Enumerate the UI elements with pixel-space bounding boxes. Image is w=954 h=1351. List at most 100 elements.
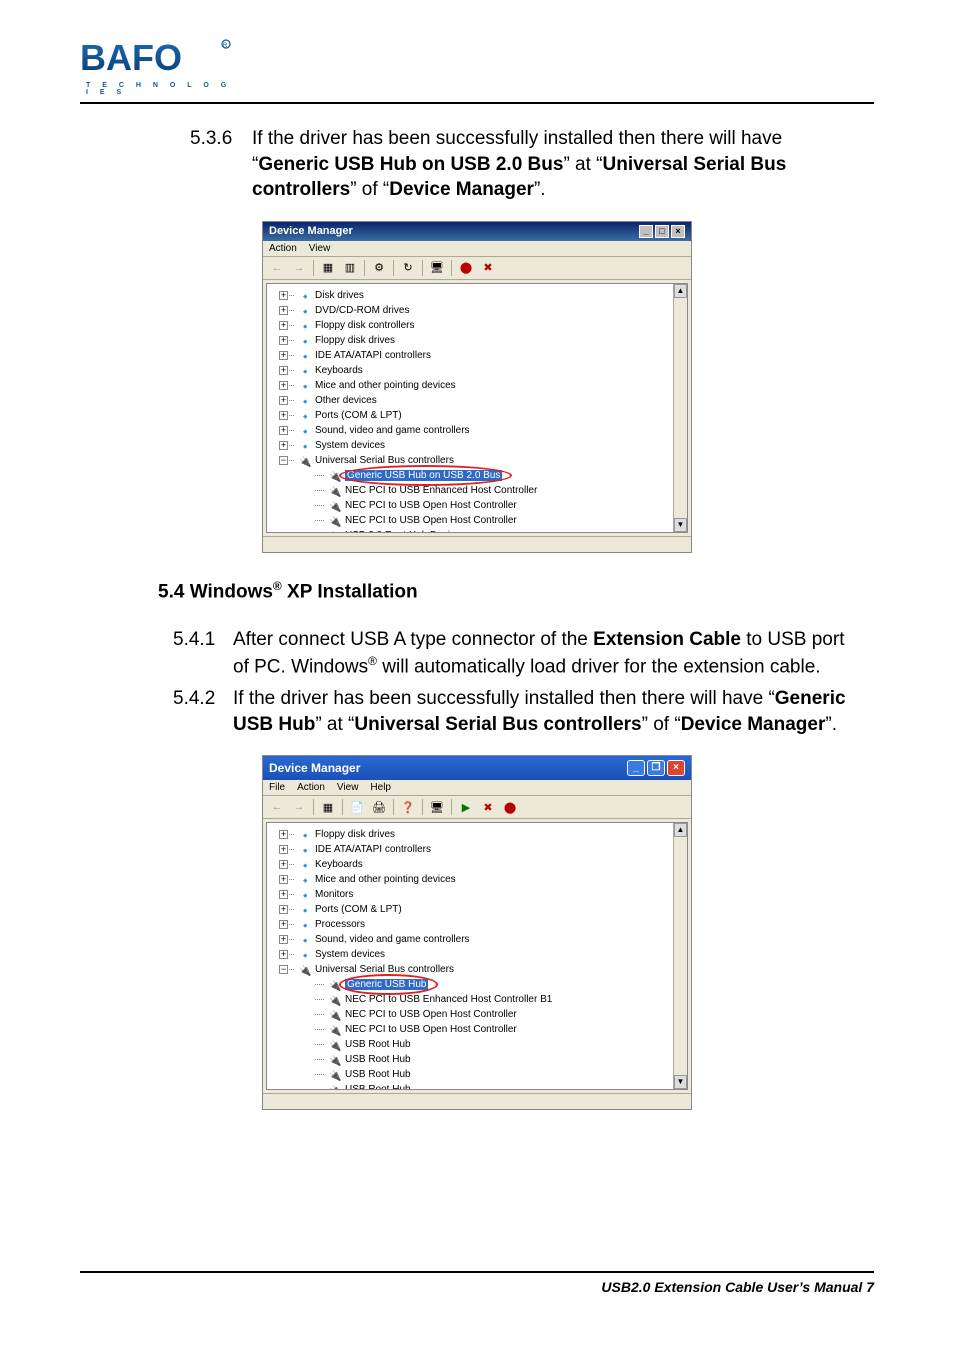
tree-node-usb-child[interactable]: 🔌NEC PCI to USB Open Host Controller xyxy=(313,1022,685,1037)
expand-icon[interactable]: + xyxy=(279,381,288,390)
tree-node-usb-child[interactable]: 🔌USB 2.0 Root Hub Device xyxy=(313,528,685,533)
expand-icon[interactable]: + xyxy=(279,935,288,944)
tree-node[interactable]: +🔹Ports (COM & LPT) xyxy=(283,408,685,423)
expand-icon[interactable]: + xyxy=(279,441,288,450)
extra-icon[interactable]: ✖ xyxy=(480,260,496,276)
view-icon[interactable]: ▦ xyxy=(320,799,336,815)
device-tree[interactable]: ▲ ▼ +🔹Floppy disk drives+🔹IDE ATA/ATAPI … xyxy=(266,822,688,1090)
menu-help[interactable]: Help xyxy=(370,782,391,793)
uninstall-icon[interactable]: ⬤ xyxy=(502,799,518,815)
menu-view[interactable]: View xyxy=(337,782,359,793)
highlighted-device[interactable]: Generic USB Hub on USB 2.0 Bus xyxy=(345,470,502,481)
tree-node[interactable]: +🔹Floppy disk controllers xyxy=(283,318,685,333)
scan-icon[interactable]: 🖥 xyxy=(429,799,445,815)
tree-node[interactable]: +🔹Floppy disk drives xyxy=(283,333,685,348)
minimize-button[interactable]: _ xyxy=(627,760,645,776)
tree-node[interactable]: +🔹Monitors xyxy=(283,887,685,902)
section-text: After connect USB A type connector of th… xyxy=(233,627,864,680)
tree-node-usb-child[interactable]: 🔌USB Root Hub xyxy=(313,1067,685,1082)
nav-forward-icon[interactable]: → xyxy=(291,799,307,815)
menu-view[interactable]: View xyxy=(309,243,331,254)
tree-node[interactable]: +🔹Processors xyxy=(283,917,685,932)
tree-node[interactable]: +🔹Sound, video and game controllers xyxy=(283,423,685,438)
tree-node-usb-child[interactable]: 🔌Generic USB Hub xyxy=(313,977,685,992)
properties-icon[interactable]: 📄 xyxy=(349,799,365,815)
menu-action[interactable]: Action xyxy=(297,782,325,793)
expand-icon[interactable]: + xyxy=(279,351,288,360)
expand-icon[interactable]: + xyxy=(279,336,288,345)
print-icon[interactable]: 🖨 xyxy=(371,799,387,815)
menu-action[interactable]: Action xyxy=(269,243,297,254)
maximize-button[interactable]: □ xyxy=(655,225,669,238)
usb-device-icon: 🔌 xyxy=(329,1024,342,1036)
expand-icon[interactable]: + xyxy=(279,830,288,839)
tree-node-usb-child[interactable]: 🔌NEC PCI to USB Open Host Controller xyxy=(313,513,685,528)
expand-icon[interactable]: + xyxy=(279,845,288,854)
tree-node[interactable]: +🔹IDE ATA/ATAPI controllers xyxy=(283,348,685,363)
tree-node[interactable]: +🔹IDE ATA/ATAPI controllers xyxy=(283,842,685,857)
tree-node-usb-child[interactable]: 🔌USB Root Hub xyxy=(313,1082,685,1090)
disable-icon[interactable]: ✖ xyxy=(480,799,496,815)
tree-node-usb-child[interactable]: 🔌USB Root Hub xyxy=(313,1037,685,1052)
tree-node[interactable]: +🔹Sound, video and game controllers xyxy=(283,932,685,947)
tree-node-usb-child[interactable]: 🔌NEC PCI to USB Enhanced Host Controller… xyxy=(313,992,685,1007)
section-number: 5.4.1 xyxy=(173,627,233,680)
expand-icon[interactable]: + xyxy=(279,875,288,884)
highlighted-device[interactable]: Generic USB Hub xyxy=(345,979,428,990)
expand-icon[interactable]: + xyxy=(279,306,288,315)
tree-node[interactable]: +🔹DVD/CD-ROM drives xyxy=(283,303,685,318)
tree-node[interactable]: +🔹Mice and other pointing devices xyxy=(283,872,685,887)
expand-icon[interactable]: + xyxy=(279,321,288,330)
help-icon[interactable]: ❓ xyxy=(400,799,416,815)
nav-back-icon[interactable]: ← xyxy=(269,799,285,815)
expand-icon[interactable]: + xyxy=(279,411,288,420)
expand-icon[interactable]: + xyxy=(279,396,288,405)
tree-node-usb[interactable]: −🔌Universal Serial Bus controllers🔌Gener… xyxy=(283,962,685,1090)
device-category-icon: 🔹 xyxy=(299,904,312,916)
tree-node[interactable]: +🔹Ports (COM & LPT) xyxy=(283,902,685,917)
properties-icon[interactable]: ⚙ xyxy=(371,260,387,276)
enable-icon[interactable]: ▶ xyxy=(458,799,474,815)
device-tree[interactable]: ▲ ▼ +🔹Disk drives+🔹DVD/CD-ROM drives+🔹Fl… xyxy=(266,283,688,533)
tree-node[interactable]: +🔹Disk drives xyxy=(283,288,685,303)
nav-forward-icon[interactable]: → xyxy=(291,260,307,276)
tree-node[interactable]: +🔹Floppy disk drives xyxy=(283,827,685,842)
help-icon[interactable]: ⬤ xyxy=(458,260,474,276)
collapse-icon[interactable]: − xyxy=(279,965,288,974)
maximize-button[interactable]: ❐ xyxy=(647,760,665,776)
expand-icon[interactable]: + xyxy=(279,890,288,899)
tree-node-usb-child[interactable]: 🔌NEC PCI to USB Enhanced Host Controller xyxy=(313,483,685,498)
expand-icon[interactable]: + xyxy=(279,291,288,300)
tree-node-usb-child[interactable]: 🔌NEC PCI to USB Open Host Controller xyxy=(313,498,685,513)
expand-icon[interactable]: + xyxy=(279,950,288,959)
tree-node[interactable]: +🔹Other devices xyxy=(283,393,685,408)
tree-node-usb-child[interactable]: 🔌NEC PCI to USB Open Host Controller xyxy=(313,1007,685,1022)
close-button[interactable]: × xyxy=(671,225,685,238)
device-category-icon: 🔹 xyxy=(299,320,312,332)
expand-icon[interactable]: + xyxy=(279,905,288,914)
tree-node[interactable]: +🔹Keyboards xyxy=(283,857,685,872)
minimize-button[interactable]: _ xyxy=(639,225,653,238)
nav-back-icon[interactable]: ← xyxy=(269,260,285,276)
tree-node[interactable]: +🔹System devices xyxy=(283,947,685,962)
tree-node-usb[interactable]: −🔌Universal Serial Bus controllers🔌Gener… xyxy=(283,453,685,533)
tree-node-usb-child[interactable]: 🔌Generic USB Hub on USB 2.0 Bus xyxy=(313,468,685,483)
scan-icon[interactable]: 🖥 xyxy=(429,260,445,276)
tree-node[interactable]: +🔹Keyboards xyxy=(283,363,685,378)
tree-node-usb-child[interactable]: 🔌USB Root Hub xyxy=(313,1052,685,1067)
close-button[interactable]: × xyxy=(667,760,685,776)
expand-icon[interactable]: + xyxy=(279,920,288,929)
svg-text:BAFO: BAFO xyxy=(80,37,182,78)
collapse-icon[interactable]: − xyxy=(279,456,288,465)
view-icon[interactable]: ▦ xyxy=(320,260,336,276)
refresh-icon[interactable]: ↻ xyxy=(400,260,416,276)
expand-icon[interactable]: + xyxy=(279,366,288,375)
logo-subtext: T E C H N O L O G I E S xyxy=(86,82,240,96)
usb-device-icon: 🔌 xyxy=(329,500,342,512)
tree-node[interactable]: +🔹System devices xyxy=(283,438,685,453)
tree-node[interactable]: +🔹Mice and other pointing devices xyxy=(283,378,685,393)
expand-icon[interactable]: + xyxy=(279,860,288,869)
expand-icon[interactable]: + xyxy=(279,426,288,435)
menu-file[interactable]: File xyxy=(269,782,285,793)
show-hidden-icon[interactable]: ▥ xyxy=(342,260,358,276)
